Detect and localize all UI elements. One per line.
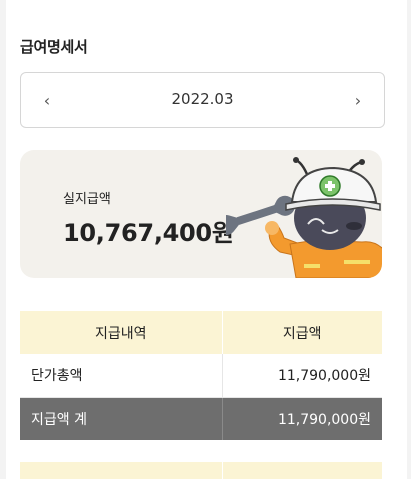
chevron-right-icon[interactable]: › bbox=[345, 87, 371, 113]
next-table-header bbox=[20, 462, 382, 479]
left-edge bbox=[0, 0, 6, 479]
column-divider bbox=[222, 462, 223, 479]
current-month: 2022.03 bbox=[171, 90, 234, 108]
net-pay-value: 10,767,400원 bbox=[63, 219, 234, 247]
right-edge bbox=[407, 0, 411, 479]
pay-item-name: 단가총액 bbox=[20, 354, 223, 398]
pay-details-table: 지급내역 지급액 단가총액 11,790,000원 지급액 계 11,790,0… bbox=[20, 311, 382, 440]
payslip-page: 급여명세서 ‹ 2022.03 › 실지급액 10,767,400원 지급내역 … bbox=[0, 0, 411, 479]
table-row: 단가총액 11,790,000원 bbox=[20, 354, 382, 398]
month-selector: ‹ 2022.03 › bbox=[20, 72, 385, 128]
total-row: 지급액 계 11,790,000원 bbox=[20, 397, 382, 440]
net-pay-label: 실지급액 bbox=[63, 192, 111, 207]
total-label: 지급액 계 bbox=[20, 397, 223, 440]
table-header-row: 지급내역 지급액 bbox=[20, 311, 382, 354]
pay-item-amount: 11,790,000원 bbox=[222, 354, 382, 398]
worker-mascot-icon bbox=[226, 157, 382, 278]
header-pay-item: 지급내역 bbox=[20, 311, 223, 354]
total-amount: 11,790,000원 bbox=[222, 397, 382, 440]
net-pay-card: 실지급액 10,767,400원 bbox=[20, 150, 382, 278]
header-pay-amount: 지급액 bbox=[222, 311, 382, 354]
page-title: 급여명세서 bbox=[20, 38, 88, 56]
